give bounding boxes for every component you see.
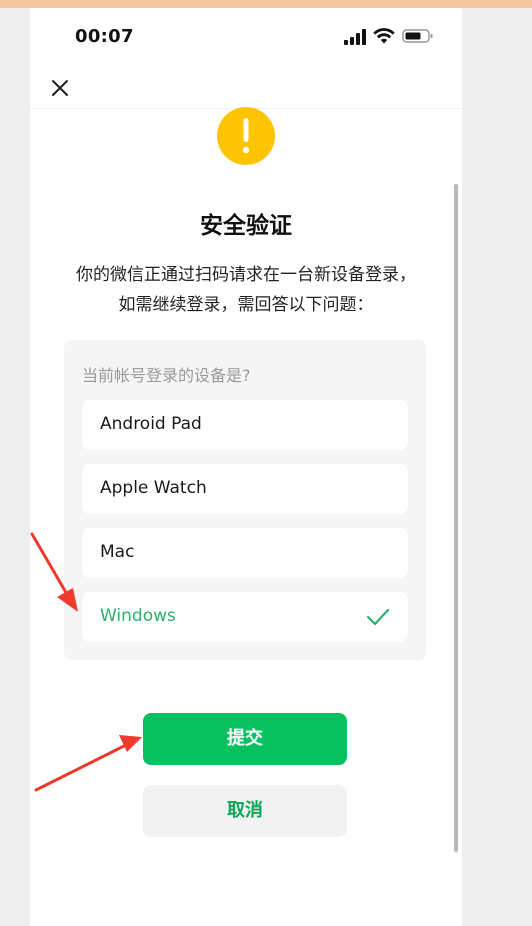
question-card: 当前帐号登录的设备是? Android Pad Apple Watch Mac … (64, 340, 426, 660)
option-label: Apple Watch (100, 478, 207, 498)
status-bar: 00:07 (30, 8, 462, 64)
wifi-icon (373, 28, 395, 44)
nav-bar (30, 64, 462, 109)
cancel-button[interactable]: 取消 (143, 785, 347, 837)
warning-icon (216, 106, 276, 166)
close-button[interactable] (44, 69, 78, 103)
page-title: 安全验证 (200, 213, 292, 239)
option-label: Mac (100, 542, 135, 562)
signal-icon (344, 29, 366, 45)
description-text: 你的微信正通过扫码请求在一台新设备登录，如需继续登录，需回答以下问题： (76, 265, 416, 315)
option-label: Windows (100, 606, 176, 626)
submit-button[interactable]: 提交 (143, 713, 347, 765)
question-prompt: 当前帐号登录的设备是? (82, 366, 251, 385)
scrollbar[interactable] (454, 184, 458, 852)
close-icon (52, 80, 68, 96)
option-windows[interactable]: Windows (82, 592, 408, 642)
option-mac[interactable]: Mac (82, 528, 408, 578)
status-time: 00:07 (75, 26, 134, 47)
option-label: Android Pad (100, 414, 202, 434)
top-border-band (0, 0, 532, 8)
battery-icon (402, 29, 433, 43)
option-apple-watch[interactable]: Apple Watch (82, 464, 408, 514)
phone-screen: 00:07 安全验证 你的微信正通过扫码请求在一台新设备登录，如需继续登录，需回… (30, 8, 462, 926)
checkmark-icon (366, 608, 390, 626)
option-android-pad[interactable]: Android Pad (82, 400, 408, 450)
